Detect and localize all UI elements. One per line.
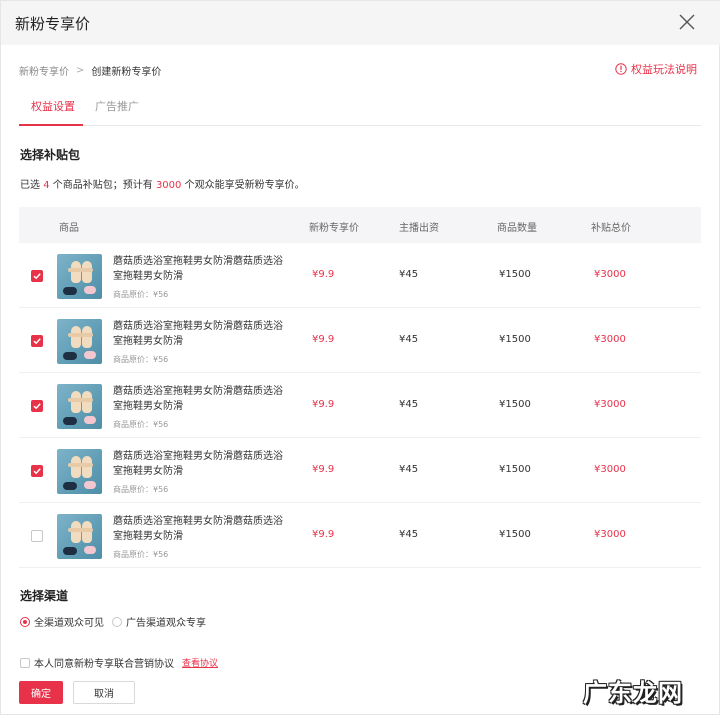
product-original-price: 商品原价：¥56 [113,355,169,364]
subsidy-total: ¥3000 [594,529,626,540]
agreement-checkbox[interactable] [20,657,30,668]
tab-ad-promotion[interactable]: 广告推广 [95,98,139,114]
product-name: 蘑菇质选浴室拖鞋男女防滑蘑菇质选浴室拖鞋男女防滑 [113,321,283,347]
header-qty: 商品数量 [497,223,537,234]
table-row: 蘑菇质选浴室拖鞋男女防滑蘑菇质选浴室拖鞋男女防滑 商品原价：¥56 ¥9.9 ¥… [19,438,701,503]
header-host: 主播出资 [399,223,439,234]
fan-price: ¥9.9 [312,334,335,345]
table-body: 蘑菇质选浴室拖鞋男女防滑蘑菇质选浴室拖鞋男女防滑 商品原价：¥56 ¥9.9 ¥… [19,243,701,568]
product-thumbnail [57,319,102,364]
product-thumbnail [57,449,102,494]
selected-count: 4 [43,180,50,191]
summary-text: 已选 [20,180,40,191]
watermark: 广东龙网 [583,679,683,707]
subsidy-section-title: 选择补贴包 [20,148,81,162]
radio-ad-channel[interactable]: 广告渠道观众专享 [112,614,206,629]
checkmark-icon [33,338,41,345]
product-name: 蘑菇质选浴室拖鞋男女防滑蘑菇质选浴室拖鞋男女防滑 [113,516,283,542]
subsidy-total: ¥3000 [594,334,626,345]
row-checkbox[interactable] [31,270,43,282]
view-agreement-link[interactable]: 查看协议 [182,656,218,669]
product-name: 蘑菇质选浴室拖鞋男女防滑蘑菇质选浴室拖鞋男女防滑 [113,451,283,477]
rules-link[interactable]: 权益玩法说明 [615,61,697,77]
product-quantity: ¥1500 [499,334,531,345]
table-row: 蘑菇质选浴室拖鞋男女防滑蘑菇质选浴室拖鞋男女防滑 商品原价：¥56 ¥9.9 ¥… [19,373,701,438]
row-checkbox[interactable] [31,530,43,542]
breadcrumb: 新粉专享价 > 创建新粉专享价 [19,63,161,78]
product-original-price: 商品原价：¥56 [113,485,169,494]
summary-text: 个商品补贴包；预计有 [52,180,153,191]
subsidy-total: ¥3000 [594,464,626,475]
radio-label: 全渠道观众可见 [34,618,104,629]
product-name: 蘑菇质选浴室拖鞋男女防滑蘑菇质选浴室拖鞋男女防滑 [113,386,283,412]
dialog-title: 新粉专享价 [15,15,91,33]
product-original-price: 商品原价：¥56 [113,550,169,559]
checkmark-icon [33,273,41,280]
product-quantity: ¥1500 [499,529,531,540]
header-product: 商品 [59,223,79,234]
rules-link-label: 权益玩法说明 [631,63,697,76]
subsidy-total: ¥3000 [594,269,626,280]
cancel-button[interactable]: 取消 [73,681,135,704]
product-quantity: ¥1500 [499,269,531,280]
info-icon [615,63,627,75]
chevron-right-icon: > [76,65,85,76]
radio-button-icon [112,616,122,627]
host-contribution: ¥45 [399,334,419,345]
product-original-price: 商品原价：¥56 [113,290,169,299]
host-contribution: ¥45 [399,464,419,475]
summary-text: 个观众能享受新粉专享价。 [184,180,305,191]
table-row: 蘑菇质选浴室拖鞋男女防滑蘑菇质选浴室拖鞋男女防滑 商品原价：¥56 ¥9.9 ¥… [19,243,701,308]
product-quantity: ¥1500 [499,464,531,475]
table-row: 蘑菇质选浴室拖鞋男女防滑蘑菇质选浴室拖鞋男女防滑 商品原价：¥56 ¥9.9 ¥… [19,503,701,568]
fan-price: ¥9.9 [312,529,335,540]
product-original-price: 商品原价：¥56 [113,420,169,429]
header-price: 新粉专享价 [309,223,359,234]
dialog: 新粉专享价 新粉专享价 > 创建新粉专享价 权益玩法说明 权益设置 广告推广 选… [0,0,720,715]
row-checkbox[interactable] [31,400,43,412]
breadcrumb-current: 创建新粉专享价 [91,67,162,78]
tab-active-indicator [19,124,83,126]
tab-bar: 权益设置 广告推广 [19,89,701,126]
table-header: 商品 新粉专享价 主播出资 商品数量 补贴总价 [19,207,701,243]
table-row: 蘑菇质选浴室拖鞋男女防滑蘑菇质选浴室拖鞋男女防滑 商品原价：¥56 ¥9.9 ¥… [19,308,701,373]
header-total: 补贴总价 [591,223,631,234]
checkmark-icon [33,403,41,410]
host-contribution: ¥45 [399,529,419,540]
agreement: 本人同意新粉专享联合营销协议 查看协议 [20,655,218,670]
dialog-header: 新粉专享价 [1,1,720,45]
product-thumbnail [57,514,102,559]
agreement-label: 本人同意新粉专享联合营销协议 [34,659,174,670]
radio-button-icon [20,616,30,627]
product-thumbnail [57,254,102,299]
product-table: 商品 新粉专享价 主播出资 商品数量 补贴总价 蘑菇质选浴室拖鞋男女防滑蘑菇质选… [19,207,701,568]
channel-section-title: 选择渠道 [20,589,69,603]
product-thumbnail [57,384,102,429]
row-checkbox[interactable] [31,335,43,347]
channel-radio-group: 全渠道观众可见 广告渠道观众专享 [20,614,214,629]
breadcrumb-item[interactable]: 新粉专享价 [19,63,69,78]
subsidy-summary: 已选 4 个商品补贴包；预计有 3000 个观众能享受新粉专享价。 [20,176,305,191]
row-checkbox[interactable] [31,465,43,477]
host-contribution: ¥45 [399,269,419,280]
confirm-button[interactable]: 确定 [19,681,63,704]
radio-all-channels[interactable]: 全渠道观众可见 [20,614,104,629]
checkmark-icon [33,468,41,475]
product-quantity: ¥1500 [499,399,531,410]
fan-price: ¥9.9 [312,399,335,410]
radio-label: 广告渠道观众专享 [126,618,206,629]
product-name: 蘑菇质选浴室拖鞋男女防滑蘑菇质选浴室拖鞋男女防滑 [113,256,283,282]
fan-price: ¥9.9 [312,269,335,280]
close-icon[interactable] [677,12,697,32]
fan-price: ¥9.9 [312,464,335,475]
host-contribution: ¥45 [399,399,419,410]
tab-benefit-settings[interactable]: 权益设置 [31,98,75,114]
viewer-count: 3000 [155,180,182,191]
subsidy-total: ¥3000 [594,399,626,410]
